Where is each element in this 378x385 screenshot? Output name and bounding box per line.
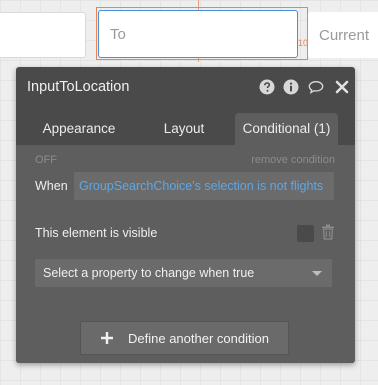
info-icon[interactable] bbox=[283, 79, 299, 95]
trash-icon[interactable] bbox=[321, 224, 335, 240]
chevron-down-icon bbox=[312, 271, 322, 276]
property-editor-panel: InputToLocation Appearance Layout Condit… bbox=[16, 67, 355, 363]
panel-header[interactable]: InputToLocation bbox=[16, 67, 355, 107]
when-label: When bbox=[35, 179, 68, 193]
condition-expression-field[interactable]: GroupSearchChoice's selection is not fli… bbox=[74, 172, 334, 200]
define-another-condition-button[interactable]: Define another condition bbox=[80, 321, 289, 355]
selection-outline bbox=[96, 7, 308, 60]
tab-layout[interactable]: Layout bbox=[154, 113, 214, 145]
condition-expression[interactable]: GroupSearchChoice's selection is not fli… bbox=[79, 179, 323, 193]
conditional-body: OFF remove condition When GroupSearchCho… bbox=[16, 145, 355, 363]
selection-badge: 10 bbox=[298, 38, 309, 48]
define-button-label: Define another condition bbox=[128, 331, 269, 346]
plus-icon bbox=[101, 332, 113, 344]
panel-title: InputToLocation bbox=[27, 79, 130, 95]
current-input[interactable]: Current bbox=[308, 12, 378, 58]
current-input-placeholder: Current bbox=[319, 26, 370, 44]
canvas-input-left[interactable] bbox=[0, 12, 86, 58]
tab-appearance[interactable]: Appearance bbox=[29, 113, 129, 145]
property-select-value: Select a property to change when true bbox=[43, 266, 255, 280]
comment-icon[interactable] bbox=[308, 79, 324, 95]
tab-conditional[interactable]: Conditional (1) bbox=[235, 113, 338, 145]
help-icon[interactable] bbox=[259, 79, 275, 95]
property-select[interactable]: Select a property to change when true bbox=[35, 259, 332, 287]
remove-condition-link[interactable]: remove condition bbox=[251, 154, 335, 166]
condition-state: OFF bbox=[35, 154, 57, 166]
property-label: This element is visible bbox=[35, 226, 158, 240]
close-icon[interactable] bbox=[334, 79, 350, 95]
visible-checkbox[interactable] bbox=[297, 225, 314, 242]
panel-tabs: Appearance Layout Conditional (1) bbox=[16, 113, 355, 145]
